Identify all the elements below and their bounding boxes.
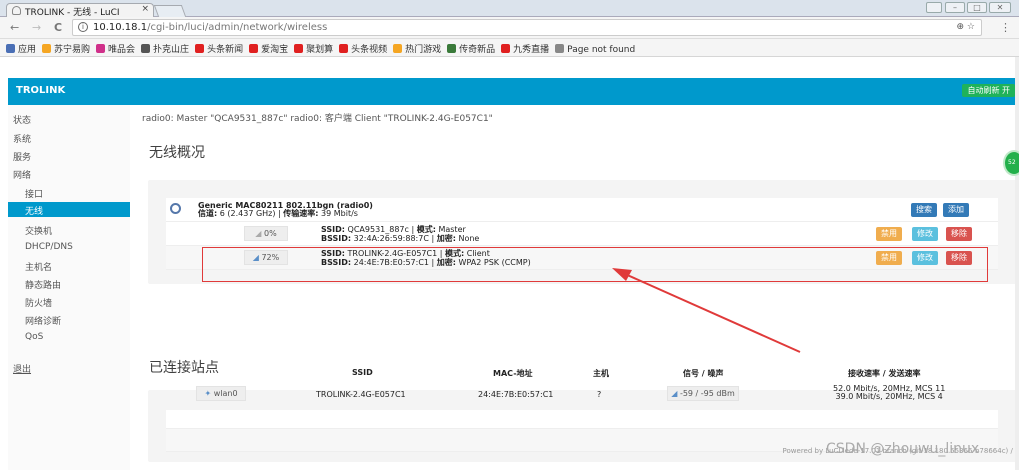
floating-badge[interactable]: 52: [1003, 150, 1019, 176]
annotation-arrow: [612, 268, 801, 353]
page-scrollbar[interactable]: [1015, 57, 1019, 470]
csdn-watermark: CSDN @zhouwu_linux: [826, 441, 980, 457]
